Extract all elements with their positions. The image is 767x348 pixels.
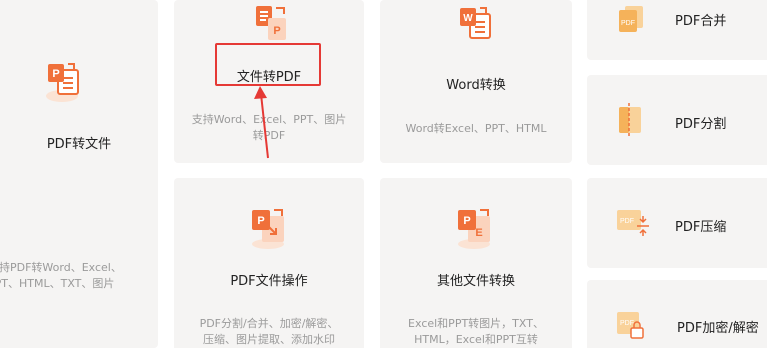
- svg-text:W: W: [463, 13, 473, 24]
- pdf-icon-text: PDF: [620, 218, 634, 225]
- card-pdf-compress[interactable]: PDF PDF压缩: [587, 178, 767, 268]
- card-other-convert[interactable]: E P 其他文件转换 Excel和PPT转图片，TXT、 HTML，Excel和…: [380, 178, 572, 348]
- card-desc-line: 支持Word、Excel、PPT、图片: [191, 113, 347, 126]
- card-title: PDF文件操作: [230, 274, 308, 289]
- doc-to-pdf-icon: P: [256, 6, 286, 40]
- card-description: PDF分割/合并、加密/解密、 压缩、图片提取、添加水印: [180, 316, 358, 348]
- card-description: Excel和PPT转图片，TXT、 HTML，Excel和PPT互转: [384, 316, 568, 348]
- excel-doc-icon: E P: [458, 209, 490, 249]
- svg-text:P: P: [52, 68, 59, 80]
- card-description: Word转Excel、PPT、HTML: [405, 122, 547, 135]
- card-pdf-split[interactable]: PDF分割: [587, 75, 767, 165]
- highlight-box: [215, 43, 321, 86]
- side-card-label: PDF加密/解密: [677, 321, 759, 336]
- svg-text:P: P: [257, 215, 264, 227]
- card-title: PDF转文件: [46, 137, 112, 152]
- card-desc-line: 转PDF: [252, 129, 286, 142]
- pdf-split-icon: [619, 103, 641, 137]
- card-title: 其他文件转换: [436, 274, 515, 289]
- card-desc-line: 支持PDF转Word、Excel、: [0, 261, 122, 274]
- pdf-edit-icon: P: [252, 209, 284, 249]
- card-pdf-encrypt[interactable]: PDF PDF加密/解密: [587, 280, 767, 348]
- svg-text:E: E: [475, 227, 482, 239]
- card-desc-line: Excel和PPT转图片，TXT、: [408, 317, 544, 330]
- ppt-doc-icon: P: [46, 63, 79, 102]
- pdf-compress-icon: PDF: [617, 210, 649, 236]
- card-desc-line: PDF分割/合并、加密/解密、: [199, 317, 339, 330]
- card-desc-line: HTML，Excel和PPT互转: [414, 333, 538, 346]
- pdf-icon-text: PDF: [621, 20, 635, 27]
- side-card-label: PDF压缩: [675, 220, 727, 235]
- card-description: 支持Word、Excel、PPT、图片 转PDF: [180, 112, 358, 144]
- pdf-lock-icon: PDF: [617, 312, 644, 339]
- side-card-label: PDF合并: [675, 14, 727, 29]
- svg-text:P: P: [463, 215, 470, 227]
- pdf-merge-icon: PDF: [619, 6, 643, 32]
- card-description: 支持PDF转Word、Excel、 PPT、HTML、TXT、图片: [0, 260, 158, 292]
- svg-text:P: P: [273, 25, 280, 37]
- pdf-icon-text: PDF: [620, 320, 634, 327]
- card-pdf-operations[interactable]: P PDF文件操作 PDF分割/合并、加密/解密、 压缩、图片提取、添加水印: [174, 178, 364, 348]
- card-word-convert[interactable]: W Word转换 Word转Excel、PPT、HTML: [380, 0, 572, 163]
- card-title: Word转换: [446, 78, 506, 93]
- card-pdf-to-file[interactable]: P PDF转文件 支持PDF转Word、Excel、 PPT、HTML、TXT、…: [0, 0, 158, 348]
- card-desc-line: 压缩、图片提取、添加水印: [203, 333, 335, 346]
- card-pdf-merge[interactable]: PDF PDF合并: [587, 0, 767, 60]
- word-doc-icon: W: [460, 7, 491, 39]
- side-card-label: PDF分割: [675, 117, 727, 132]
- card-desc-line: PPT、HTML、TXT、图片: [0, 277, 115, 290]
